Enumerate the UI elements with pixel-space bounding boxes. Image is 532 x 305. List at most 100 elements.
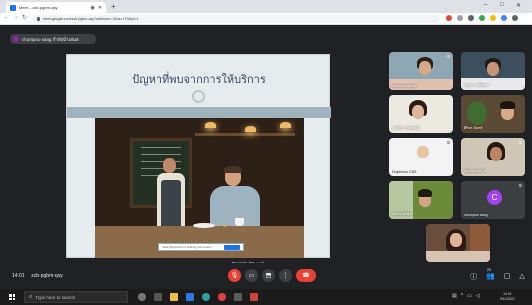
shelf <box>195 133 295 136</box>
url-text: meet.google.com/zzb-pgbm-qsy?authuser=1&… <box>43 17 139 21</box>
participant-tile[interactable]: ⦸ chompoo sang <box>389 52 453 90</box>
plate <box>193 223 215 228</box>
taskbar-clock[interactable]: 14:01 9/11/2021 <box>500 292 515 301</box>
audio-playing-icon[interactable]: ◉ <box>90 5 94 11</box>
taskbar-search-input[interactable]: ⌕ Type here to search <box>24 291 128 303</box>
chevron-up-icon[interactable]: ^ <box>461 293 463 299</box>
store-icon[interactable] <box>234 293 242 301</box>
tab-title: Meet – zzb-pgbm-qsy <box>19 5 58 10</box>
taskbar-date: 9/11/2021 <box>500 296 515 301</box>
minimize-icon[interactable]: – <box>484 2 487 8</box>
os-taskbar: ⌕ Type here to search ▤ ^ ▭ ◁ 14:01 9/11… <box>0 289 532 305</box>
maximize-icon[interactable]: □ <box>500 2 504 8</box>
meet-control-bar: 14:01 zzb-pgbm-qsy 🎙 ▭ ⬒ ⋮ ☎ 23 ⓘ 👥 ▢ △ <box>0 263 532 289</box>
meeting-info: 14:01 zzb-pgbm-qsy <box>12 273 63 279</box>
cortana-icon[interactable] <box>138 293 146 301</box>
side-panel-buttons: ⓘ 👥 ▢ △ <box>470 272 525 282</box>
file-explorer-icon[interactable] <box>170 293 178 301</box>
chat-icon[interactable]: ▢ <box>504 272 511 282</box>
participant-tile[interactable]: ธนากร วงศ์ทอง <box>461 52 525 90</box>
presentation-stage: ปัญหาที่พบจากการให้บริการ meet.google.co… <box>66 54 331 258</box>
reload-icon[interactable]: ↻ <box>22 14 27 21</box>
participant-tile[interactable]: ปกรณ์ ศรีสุข <box>389 181 453 219</box>
participant-name: อาภิสรา รัตนพันธ์ <box>392 126 420 130</box>
app-window: Meet – zzb-pgbm-qsy ◉ ✕ + – □ ✕ ← → ↻ me… <box>0 0 532 305</box>
present-screen-icon: ⬒ <box>265 273 272 279</box>
record-extension-icon[interactable] <box>446 15 452 21</box>
participant-name: ณัฐชนก สุขใจ <box>464 169 486 173</box>
participant-tile[interactable]: ⦸ ณัฐชนก สุขใจ <box>461 138 525 176</box>
more-options-button[interactable]: ⋮ <box>279 269 292 282</box>
edge-icon[interactable] <box>202 293 210 301</box>
participant-name: chompoo sang <box>464 213 488 217</box>
screen-share-text: meet.google.com is sharing your screen <box>162 245 212 249</box>
forward-arrow-icon[interactable]: → <box>13 14 19 20</box>
extension-icons <box>446 15 518 21</box>
presenter-chip[interactable]: chompoo sang กำลังนำเสนอ <box>10 34 96 44</box>
mic-off-icon: ⦸ <box>518 183 522 189</box>
lamp <box>245 126 256 132</box>
kebab-menu-icon[interactable] <box>512 15 518 21</box>
extension-icon[interactable] <box>479 15 485 21</box>
mail-icon[interactable] <box>186 293 194 301</box>
self-view-tile[interactable] <box>426 224 490 262</box>
address-bar: ← → ↻ meet.google.com/zzb-pgbm-qsy?authu… <box>0 13 532 25</box>
mic-off-icon: ⦸ <box>446 140 450 146</box>
participant-name: ปกรณ์ ศรีสุข <box>392 212 412 216</box>
url-input[interactable]: meet.google.com/zzb-pgbm-qsy?authuser=1&… <box>32 15 440 23</box>
info-icon[interactable]: ⓘ <box>470 272 477 282</box>
screen-share-banner: meet.google.com is sharing your screen <box>158 243 244 251</box>
slide-photo <box>95 118 304 258</box>
lamp <box>205 122 216 128</box>
volume-icon[interactable]: ◁ <box>476 293 480 299</box>
participant-tile[interactable]: ⦸ Dolphinus CAS <box>389 138 453 176</box>
participant-tile[interactable]: อาภิสรา รัตนพันธ์ <box>389 95 453 133</box>
stop-sharing-button[interactable] <box>224 245 240 250</box>
mic-off-icon: ⦸ <box>446 54 450 60</box>
browser-tab[interactable]: Meet – zzb-pgbm-qsy ◉ ✕ <box>6 2 106 13</box>
leave-call-button[interactable]: ☎ <box>296 269 316 282</box>
camera-toggle-button[interactable]: ▭ <box>245 269 258 282</box>
participant-name: chompoo sang <box>392 84 416 88</box>
system-tray: ▤ ^ ▭ ◁ <box>452 293 480 299</box>
participant-tile[interactable]: ศิริพร จันทร์ <box>461 95 525 133</box>
participant-avatar: C <box>487 190 502 205</box>
battery-icon[interactable]: ▭ <box>467 293 472 299</box>
search-placeholder: Type here to search <box>35 294 76 300</box>
chrome-icon[interactable] <box>218 293 226 301</box>
app-icon[interactable] <box>250 293 258 301</box>
back-arrow-icon[interactable]: ← <box>4 14 10 20</box>
meet-favicon-icon <box>10 4 16 11</box>
windows-start-icon[interactable] <box>9 294 15 300</box>
participant-name: ศิริพร จันทร์ <box>464 126 483 130</box>
coin <box>223 224 226 227</box>
table <box>95 226 304 258</box>
network-icon[interactable]: ▤ <box>452 293 457 299</box>
lock-icon <box>37 17 40 21</box>
tab-close-icon[interactable]: ✕ <box>98 5 102 11</box>
mic-off-icon: 🎙 <box>230 273 239 279</box>
presenter-label: chompoo sang กำลังนำเสนอ <box>22 36 79 42</box>
mic-toggle-button[interactable]: 🎙 <box>228 269 241 282</box>
slide-header-bar <box>67 107 331 118</box>
loading-spinner-icon <box>192 90 205 103</box>
lamp <box>280 122 291 128</box>
participant-name: ธนากร วงศ์ทอง <box>464 83 489 87</box>
star-icon[interactable] <box>468 15 474 21</box>
present-button[interactable]: ⬒ <box>262 269 275 282</box>
profile-avatar[interactable] <box>501 15 507 21</box>
meeting-code: zzb-pgbm-qsy <box>31 273 63 279</box>
participant-tile[interactable]: C ⦸ chompoo sang <box>461 181 525 219</box>
task-view-icon[interactable] <box>154 293 162 301</box>
puzzle-icon[interactable] <box>490 15 496 21</box>
activities-icon[interactable]: △ <box>519 272 524 282</box>
search-icon: ⌕ <box>29 293 33 300</box>
new-tab-button[interactable]: + <box>111 2 116 11</box>
presenter-avatar <box>13 36 19 42</box>
hang-up-icon: ☎ <box>302 273 310 279</box>
clock: 14:01 <box>12 273 25 279</box>
people-icon[interactable]: 👥 <box>486 272 495 282</box>
window-close-icon[interactable]: ✕ <box>516 2 521 9</box>
translate-icon[interactable] <box>457 15 463 21</box>
camera-icon: ▭ <box>248 273 255 279</box>
